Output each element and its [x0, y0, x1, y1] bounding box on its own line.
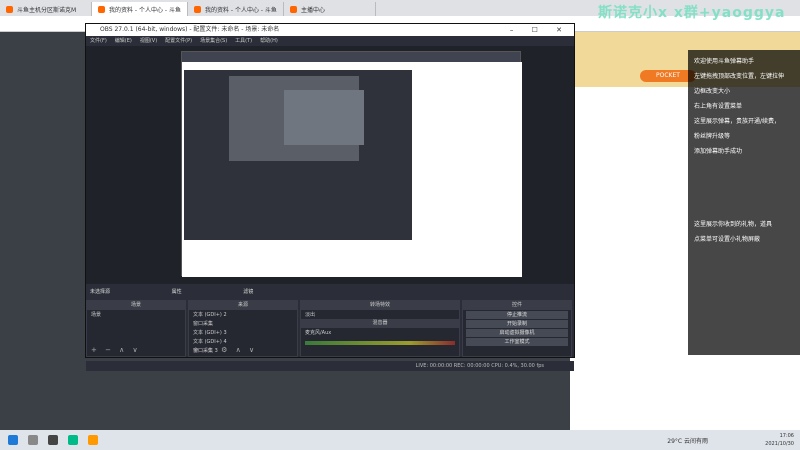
- stop-streaming-button[interactable]: 停止推流: [466, 311, 568, 319]
- danmu-assistant-window[interactable]: 欢迎使用斗鱼弹幕助手 左键拖拽顶部改变位置，左键拉伸 边框改变大小 右上角有设置…: [688, 50, 800, 355]
- obs-window: OBS 27.0.1 (64-bit, windows) - 配置文件: 未命名…: [85, 23, 575, 371]
- menu-scene-collection[interactable]: 场景集合(S): [200, 36, 227, 46]
- danmu-line: 这里展示你收到的礼物，道具: [694, 221, 773, 228]
- scenes-dock: 场景 场景 + − ∧ ∨: [86, 300, 186, 357]
- windows-taskbar: 29°C 云间有雨 17:06 2021/10/30: [0, 430, 800, 450]
- properties-button[interactable]: 属性: [172, 289, 182, 295]
- weather-text: 29°C 云间有雨: [667, 438, 708, 445]
- virtual-camera-button[interactable]: 启动虚拟摄像机: [466, 329, 568, 337]
- system-clock[interactable]: 17:06 2021/10/30: [765, 432, 794, 448]
- source-item[interactable]: 文本 (GDI+) 4: [189, 337, 297, 346]
- controls-dock: 控件 停止推流 开始录制 启动虚拟摄像机 工作室模式: [462, 300, 572, 357]
- scene-controls[interactable]: + − ∧ ∨: [91, 346, 141, 354]
- search-icon[interactable]: [28, 435, 38, 445]
- menu-tools[interactable]: 工具(T): [235, 36, 252, 46]
- preview-capture: [181, 51, 522, 277]
- no-source-label: 未选择源: [90, 289, 111, 295]
- scene-item[interactable]: 场景: [87, 310, 185, 319]
- edge-browser-icon[interactable]: [68, 435, 78, 445]
- douyu-favicon-icon: [6, 5, 13, 13]
- menu-edit[interactable]: 编辑(E): [115, 36, 132, 46]
- danmu-line: 这里展示弹幕，贵族开通/续费，: [694, 118, 781, 125]
- source-item[interactable]: 文本 (GDI+) 2: [189, 310, 297, 319]
- transition-select[interactable]: 淡出: [301, 310, 459, 319]
- source-toolbar: 未选择源 属性 滤镜: [86, 286, 574, 298]
- obs-preview[interactable]: [86, 46, 574, 284]
- transitions-mixer-dock: 转场特效 淡出 混音器 麦克风/Aux: [300, 300, 460, 357]
- douyu-favicon-icon: [98, 5, 105, 13]
- preview-nested-obs: [184, 70, 412, 240]
- danmu-line: 点菜单可设置小礼物屏蔽: [694, 236, 761, 243]
- danmu-line: 左键拖拽顶部改变位置，左键拉伸: [694, 73, 785, 80]
- start-recording-button[interactable]: 开始录制: [466, 320, 568, 328]
- source-item[interactable]: 窗口采集: [189, 319, 297, 328]
- danmu-line: 添加弹幕助手成功: [694, 148, 743, 155]
- studio-mode-button[interactable]: 工作室模式: [466, 338, 568, 346]
- obs-menubar: 文件(F) 编辑(E) 视图(V) 配置文件(P) 场景集合(S) 工具(T) …: [86, 36, 574, 46]
- mixer-channel: 麦克风/Aux: [305, 330, 332, 336]
- danmu-line: 边框改变大小: [694, 88, 731, 95]
- obs-title-bar[interactable]: OBS 27.0.1 (64-bit, windows) - 配置文件: 未命名…: [86, 24, 574, 36]
- menu-file[interactable]: 文件(F): [90, 36, 107, 46]
- obs-app-icon[interactable]: [48, 435, 58, 445]
- douyu-favicon-icon: [289, 5, 297, 13]
- menu-help[interactable]: 帮助(H): [260, 36, 278, 46]
- stream-overlay-text: 斯诺克小x x群+yaoggya: [598, 5, 786, 21]
- douyu-favicon-icon: [193, 5, 201, 13]
- audio-meter: [305, 341, 455, 345]
- sources-dock: 来源 文本 (GDI+) 2 窗口采集 文本 (GDI+) 3 文本 (GDI+…: [188, 300, 298, 357]
- obs-docks: 场景 场景 + − ∧ ∨ 来源 文本 (GDI+) 2 窗口采集 文本 (GD…: [86, 300, 574, 357]
- source-item[interactable]: 文本 (GDI+) 3: [189, 328, 297, 337]
- window-controls[interactable]: – ☐ ✕: [510, 24, 570, 36]
- browser-tab[interactable]: 主播中心: [284, 2, 376, 16]
- obs-status-bar: LIVE: 00:00:00 REC: 00:00:00 CPU: 0.4%, …: [86, 361, 574, 371]
- folder-icon[interactable]: [88, 435, 98, 445]
- danmu-line: 粉丝牌升级等: [694, 133, 731, 140]
- menu-profile[interactable]: 配置文件(P): [165, 36, 192, 46]
- browser-tab[interactable]: 斗鱼主机分区斯诺克M: [0, 2, 92, 16]
- browser-tab[interactable]: 我的资料 - 个人中心 - 斗鱼: [188, 2, 284, 16]
- menu-view[interactable]: 视图(V): [140, 36, 157, 46]
- filters-button[interactable]: 滤镜: [243, 289, 253, 295]
- danmu-line: 欢迎使用斗鱼弹幕助手: [694, 58, 755, 65]
- source-controls[interactable]: + − ⚙ ∧ ∨: [193, 346, 257, 354]
- browser-tab[interactable]: 我的资料 - 个人中心 - 斗鱼: [92, 2, 188, 16]
- danmu-line: 右上角有设置菜单: [694, 103, 743, 110]
- preview-nested-capture: [229, 76, 364, 161]
- windows-start-icon[interactable]: [8, 435, 18, 445]
- preview-nested-capture-2: [284, 90, 364, 145]
